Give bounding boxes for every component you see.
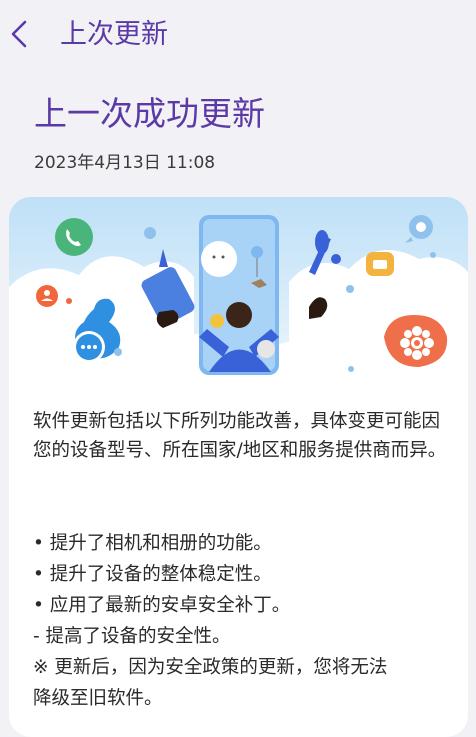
update-illustration [9,197,468,387]
update-illustration-art [9,197,468,387]
update-date: 2023年4月13日 11:08 [34,153,216,173]
update-description: 软件更新包括以下所列功能改善，具体变更可能因您的设备型号、所在国家/地区和服务提… [33,411,447,461]
app-header: 上次更新 [0,0,476,72]
list-item: • 应用了最新的安卓安全补丁。 [33,595,291,616]
list-item: • 提升了设备的整体稳定性。 [33,564,272,585]
back-button[interactable] [8,16,30,52]
update-items-list: • 提升了相机和相册的功能。 • 提升了设备的整体稳定性。 • 应用了最新的安卓… [33,528,458,714]
chevron-left-icon [11,20,27,48]
list-item: • 提升了相机和相册的功能。 [33,533,272,554]
list-item: ※ 更新后，因为安全政策的更新，您将无法 [33,657,388,678]
update-info-card: 软件更新包括以下所列功能改善，具体变更可能因您的设备型号、所在国家/地区和服务提… [9,197,468,737]
list-item: - 提高了设备的安全性。 [33,626,231,647]
list-item: 降级至旧软件。 [33,688,163,709]
page-title: 上一次成功更新 [34,94,265,133]
header-title: 上次更新 [60,19,168,50]
